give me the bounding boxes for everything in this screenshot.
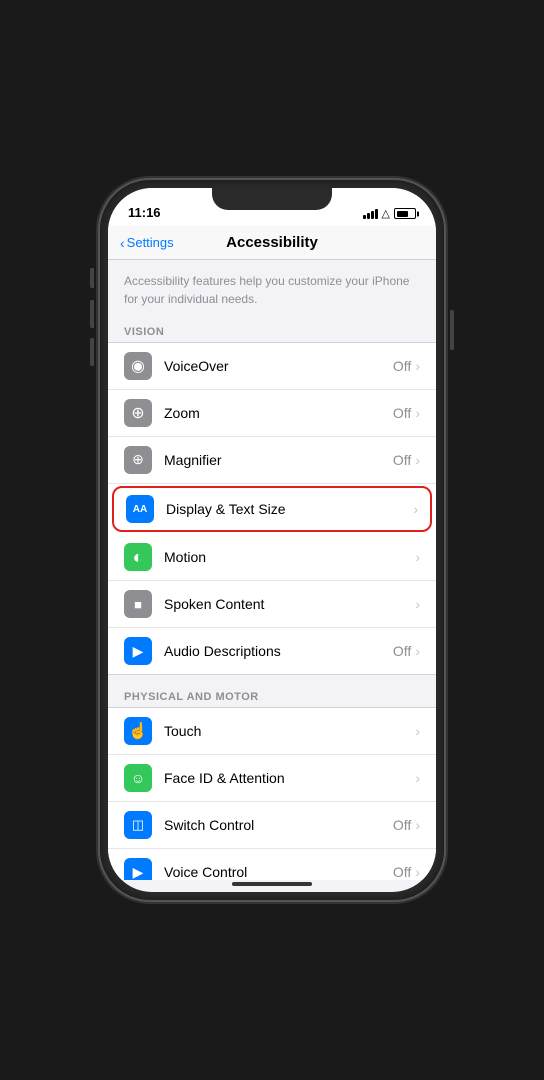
home-indicator — [232, 882, 312, 886]
voice-control-icon: ▶ — [124, 858, 152, 880]
notch — [212, 188, 332, 210]
list-item-display-text-size[interactable]: AA Display & Text Size › — [112, 486, 432, 532]
silent-switch — [90, 268, 94, 288]
magnifier-icon — [124, 446, 152, 474]
switch-control-label: Switch Control — [164, 817, 393, 833]
volume-down-button — [90, 338, 94, 366]
spoken-content-label: Spoken Content — [164, 596, 411, 612]
list-item-faceid[interactable]: ☺ Face ID & Attention › — [108, 755, 436, 802]
chevron-right-icon: › — [415, 452, 420, 468]
navigation-bar: ‹ Settings Accessibility — [108, 226, 436, 260]
audio-descriptions-icon: ▶ — [124, 637, 152, 665]
phone-screen: 11:16 △ ‹ Settings Accessibility — [108, 188, 436, 892]
list-item-voice-control[interactable]: ▶ Voice Control Off › — [108, 849, 436, 880]
switch-control-value: Off — [393, 817, 411, 833]
touch-label: Touch — [164, 723, 411, 739]
signal-icon — [363, 209, 378, 219]
touch-icon: ☝ — [124, 717, 152, 745]
spoken-content-icon: ■ — [124, 590, 152, 618]
list-item-magnifier[interactable]: Magnifier Off › — [108, 437, 436, 484]
list-item-motion[interactable]: ◐ Motion › — [108, 534, 436, 581]
chevron-right-icon: › — [415, 405, 420, 421]
display-text-size-label: Display & Text Size — [166, 501, 409, 517]
list-item-voiceover[interactable]: VoiceOver Off › — [108, 343, 436, 390]
zoom-value: Off — [393, 405, 411, 421]
phone-frame: 11:16 △ ‹ Settings Accessibility — [100, 180, 444, 900]
audio-descriptions-label: Audio Descriptions — [164, 643, 393, 659]
status-time: 11:16 — [128, 205, 161, 220]
chevron-right-icon: › — [415, 770, 420, 786]
voiceover-icon — [124, 352, 152, 380]
motion-icon: ◐ — [124, 543, 152, 571]
audio-descriptions-value: Off — [393, 643, 411, 659]
power-button — [450, 310, 454, 350]
faceid-icon: ☺ — [124, 764, 152, 792]
voice-control-value: Off — [393, 864, 411, 880]
chevron-right-icon: › — [415, 549, 420, 565]
status-icons: △ — [363, 207, 416, 220]
chevron-right-icon: › — [415, 864, 420, 880]
chevron-right-icon: › — [415, 358, 420, 374]
list-item-zoom[interactable]: Zoom Off › — [108, 390, 436, 437]
chevron-right-icon: › — [415, 817, 420, 833]
list-item-spoken-content[interactable]: ■ Spoken Content › — [108, 581, 436, 628]
back-label: Settings — [127, 235, 174, 250]
faceid-label: Face ID & Attention — [164, 770, 411, 786]
display-text-size-icon: AA — [126, 495, 154, 523]
volume-up-button — [90, 300, 94, 328]
chevron-left-icon: ‹ — [120, 235, 125, 251]
list-item-switch-control[interactable]: ◫ Switch Control Off › — [108, 802, 436, 849]
chevron-right-icon: › — [415, 723, 420, 739]
section-header-physical-motor: PHYSICAL AND MOTOR — [108, 683, 436, 707]
list-item-audio-descriptions[interactable]: ▶ Audio Descriptions Off › — [108, 628, 436, 674]
back-button[interactable]: ‹ Settings — [120, 235, 174, 251]
zoom-label: Zoom — [164, 405, 393, 421]
list-item-touch[interactable]: ☝ Touch › — [108, 708, 436, 755]
content-area: Accessibility features help you customiz… — [108, 260, 436, 880]
page-title: Accessibility — [226, 234, 318, 251]
chevron-right-icon: › — [413, 501, 418, 517]
wifi-icon: △ — [382, 207, 390, 220]
motion-label: Motion — [164, 549, 411, 565]
chevron-right-icon: › — [415, 643, 420, 659]
voiceover-value: Off — [393, 358, 411, 374]
voiceover-label: VoiceOver — [164, 358, 393, 374]
intro-text: Accessibility features help you customiz… — [108, 260, 436, 318]
battery-fill — [397, 211, 409, 217]
voice-control-label: Voice Control — [164, 864, 393, 880]
physical-motor-list: ☝ Touch › ☺ Face ID & Attention › ◫ Swit… — [108, 707, 436, 880]
battery-icon — [394, 208, 416, 219]
chevron-right-icon: › — [415, 596, 420, 612]
section-header-vision: VISION — [108, 318, 436, 342]
zoom-icon — [124, 399, 152, 427]
magnifier-label: Magnifier — [164, 452, 393, 468]
vision-list: VoiceOver Off › Zoom Off › — [108, 342, 436, 675]
magnifier-value: Off — [393, 452, 411, 468]
switch-control-icon: ◫ — [124, 811, 152, 839]
